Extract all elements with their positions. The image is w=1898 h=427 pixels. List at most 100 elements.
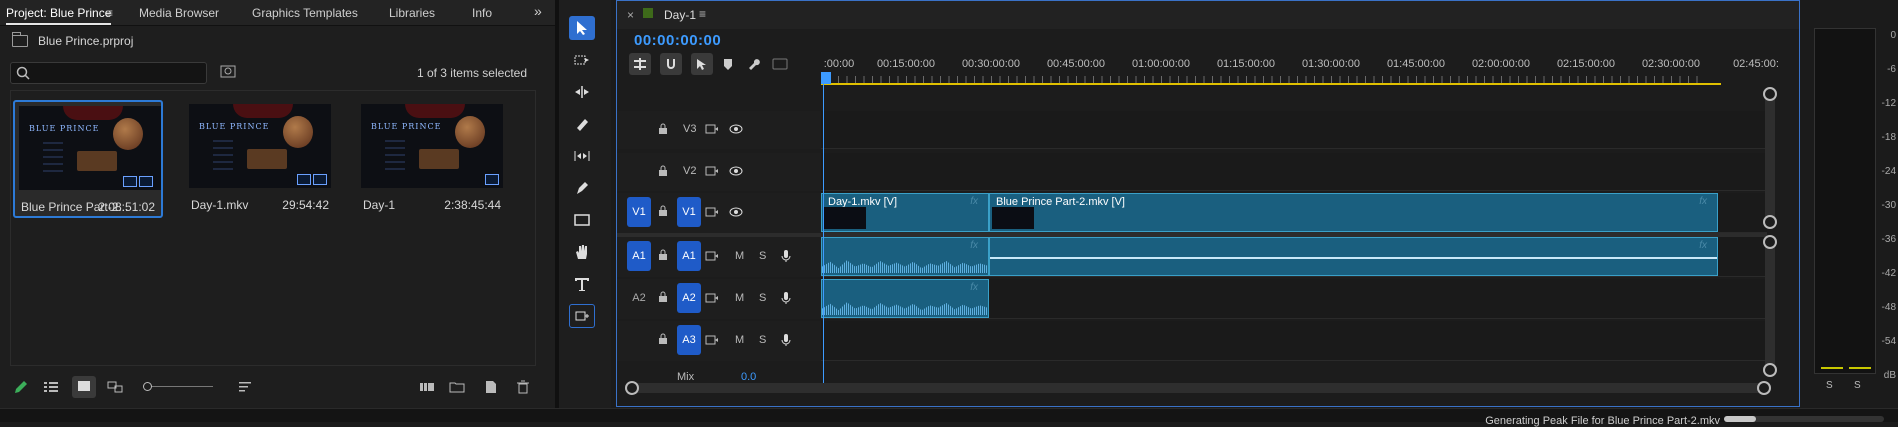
lock-icon[interactable] — [658, 291, 668, 303]
microphone-icon[interactable] — [781, 333, 791, 347]
media-item[interactable]: BLUE PRINCE Day-1 2:38:45:44 — [357, 100, 507, 218]
scroll-handle[interactable] — [1763, 235, 1777, 249]
audio-clip[interactable]: fx — [821, 279, 989, 318]
search-input[interactable] — [10, 62, 207, 84]
pen-tool[interactable] — [569, 176, 595, 200]
tab-graphics-templates[interactable]: Graphics Templates — [252, 6, 358, 20]
zoom-slider[interactable] — [145, 386, 213, 387]
video-vertical-scrollbar[interactable] — [1763, 87, 1777, 229]
tabs-overflow-button[interactable]: » — [534, 3, 542, 19]
source-patch-a1[interactable]: A1 — [627, 241, 651, 271]
microphone-icon[interactable] — [781, 291, 791, 305]
mute-button[interactable]: M — [735, 250, 744, 262]
freeform-view-icon[interactable] — [106, 378, 124, 396]
ripple-edit-tool[interactable] — [569, 80, 595, 104]
scroll-handle[interactable] — [1763, 87, 1777, 101]
tab-libraries[interactable]: Libraries — [389, 6, 435, 20]
zoom-slider-handle[interactable] — [143, 382, 152, 391]
linked-selection-button[interactable] — [691, 53, 713, 75]
lock-icon[interactable] — [658, 333, 668, 345]
track-select-tool[interactable] — [569, 48, 595, 72]
track-target-v1[interactable]: V1 — [677, 197, 701, 227]
sync-lock-icon[interactable] — [705, 293, 719, 303]
eye-icon[interactable] — [729, 165, 743, 177]
video-clip[interactable]: Blue Prince Part-2.mkv [V] fx — [989, 193, 1718, 232]
source-patch-v1[interactable]: V1 — [627, 197, 651, 227]
track-target-a3[interactable]: A3 — [677, 325, 701, 355]
razor-tool[interactable] — [569, 112, 595, 136]
tab-project[interactable]: Project: Blue Prince — [6, 6, 112, 25]
lock-icon[interactable] — [658, 123, 668, 135]
track-lane[interactable] — [821, 111, 1767, 149]
eye-icon[interactable] — [729, 206, 743, 218]
video-clip[interactable]: Day-1.mkv [V] fx — [821, 193, 989, 232]
scroll-handle[interactable] — [1763, 215, 1777, 229]
track-target-a1[interactable]: A1 — [677, 241, 701, 271]
solo-button[interactable]: S — [759, 334, 766, 346]
media-item[interactable]: BLUE PRINCE Blue Prince Part-2... 2:08:5… — [13, 100, 163, 218]
generative-extend-tool[interactable] — [569, 304, 595, 328]
eye-icon[interactable] — [729, 123, 743, 135]
find-bin-icon[interactable] — [220, 64, 236, 78]
microphone-icon[interactable] — [781, 249, 791, 263]
automate-to-sequence-icon[interactable] — [418, 378, 436, 396]
solo-right-button[interactable]: S — [1854, 380, 1861, 391]
solo-button[interactable]: S — [759, 292, 766, 304]
mute-button[interactable]: M — [735, 292, 744, 304]
scroll-handle[interactable] — [1763, 363, 1777, 377]
insert-sequence-as-nest-button[interactable] — [629, 53, 651, 75]
track-lane[interactable]: fx fx — [821, 237, 1767, 277]
mix-volume-value[interactable]: 0.0 — [741, 371, 756, 383]
audio-clip[interactable]: fx — [821, 237, 989, 276]
audio-clip[interactable]: fx — [989, 237, 1718, 276]
trash-icon[interactable] — [514, 378, 532, 396]
tab-info[interactable]: Info — [472, 6, 492, 20]
timeline-settings-button[interactable] — [743, 53, 765, 75]
new-bin-icon[interactable] — [448, 378, 466, 396]
add-marker-button[interactable] — [717, 53, 739, 75]
sync-lock-icon[interactable] — [705, 251, 719, 261]
tab-media-browser[interactable]: Media Browser — [139, 6, 219, 20]
track-lane[interactable]: fx — [821, 279, 1767, 319]
time-ruler[interactable]: :00:00 00:15:00:00 00:30:00:00 00:45:00:00 0… — [821, 56, 1779, 86]
zoom-handle-left[interactable] — [625, 381, 639, 395]
solo-button[interactable]: S — [759, 250, 766, 262]
audio-vertical-scrollbar[interactable] — [1763, 235, 1777, 377]
track-target-a2[interactable]: A2 — [677, 283, 701, 313]
lock-icon[interactable] — [658, 165, 668, 177]
sync-lock-icon[interactable] — [705, 207, 719, 217]
track-lane[interactable] — [821, 153, 1767, 191]
horizontal-zoom-scrollbar[interactable] — [625, 381, 1771, 395]
work-area-bar[interactable] — [821, 83, 1721, 85]
sequence-tab[interactable]: Day-1 — [664, 8, 696, 22]
media-item[interactable]: BLUE PRINCE Day-1.mkv 29:54:42 — [185, 100, 335, 218]
lock-icon[interactable] — [658, 249, 668, 261]
captions-button[interactable] — [769, 53, 791, 75]
solo-left-button[interactable]: S — [1826, 380, 1833, 391]
track-label[interactable]: V3 — [683, 123, 696, 135]
lock-icon[interactable] — [658, 205, 668, 217]
sort-icon[interactable] — [236, 378, 254, 396]
sync-lock-icon[interactable] — [705, 166, 719, 176]
list-view-icon[interactable] — [42, 378, 60, 396]
type-tool[interactable] — [569, 272, 595, 296]
slip-tool[interactable] — [569, 144, 595, 168]
selection-tool[interactable] — [569, 16, 595, 40]
sequence-menu-icon[interactable]: ≡ — [699, 7, 706, 21]
new-item-icon[interactable] — [482, 378, 500, 396]
pencil-icon[interactable] — [12, 378, 30, 396]
hand-tool[interactable] — [569, 240, 595, 264]
sync-lock-icon[interactable] — [705, 335, 719, 345]
playhead-timecode[interactable]: 00:00:00:00 — [634, 32, 721, 49]
track-lane[interactable] — [821, 321, 1767, 361]
rectangle-tool[interactable] — [569, 208, 595, 232]
source-patch-a2[interactable]: A2 — [627, 283, 651, 313]
close-sequence-icon[interactable]: × — [627, 8, 634, 22]
track-label[interactable]: V2 — [683, 165, 696, 177]
mute-button[interactable]: M — [735, 334, 744, 346]
sync-lock-icon[interactable] — [705, 124, 719, 134]
icon-view-button[interactable] — [72, 376, 96, 398]
zoom-handle-right[interactable] — [1757, 381, 1771, 395]
snap-button[interactable] — [660, 53, 682, 75]
panel-menu-icon[interactable]: ≡ — [106, 6, 113, 20]
